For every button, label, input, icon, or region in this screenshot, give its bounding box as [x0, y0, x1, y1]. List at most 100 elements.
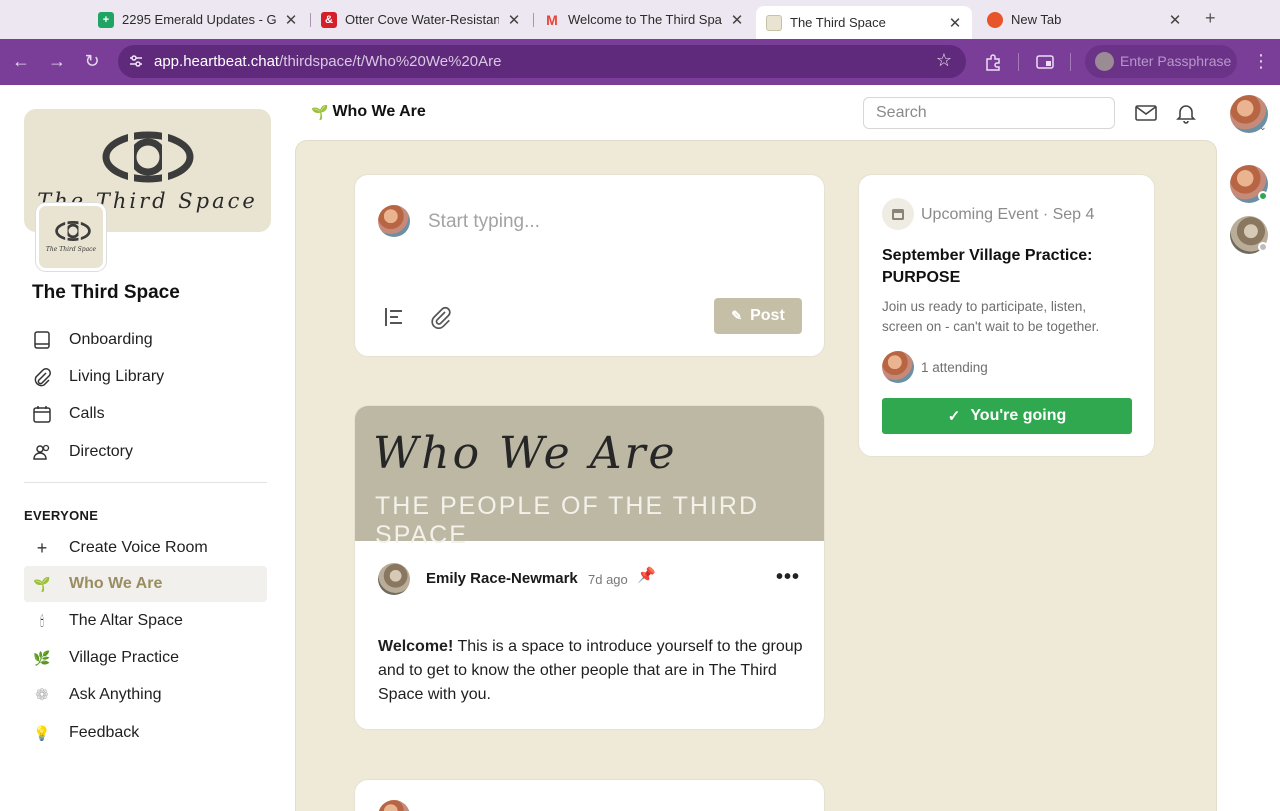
browser-tab-5[interactable]: New Tab ✕	[977, 6, 1192, 33]
mail-icon[interactable]	[1134, 101, 1158, 125]
tab-title: The Third Space	[790, 15, 886, 30]
address-bar[interactable]: app.heartbeat.chat/thirdspace/t/Who%20We…	[118, 45, 966, 78]
lightbulb-icon: 💡	[33, 724, 51, 741]
space-logo-icon	[102, 131, 194, 183]
chrome-icon	[987, 11, 1003, 28]
more-options-icon[interactable]: •••	[776, 566, 800, 589]
sidebar-item-feedback[interactable]: 💡 Feedback	[24, 715, 267, 751]
sidebar-item-ask-anything[interactable]: ❁ Ask Anything	[24, 677, 267, 713]
avatar	[378, 800, 410, 811]
browser-tab-3[interactable]: M Welcome to The Third Space ✕	[534, 6, 754, 33]
browser-tab-1[interactable]: + 2295 Emerald Updates - Go ✕	[88, 6, 308, 33]
search-input[interactable]	[876, 104, 1106, 122]
event-kind-date: Upcoming Event · Sep 4	[921, 206, 1095, 223]
tab-title: New Tab	[1011, 12, 1062, 27]
side-panel-icon[interactable]	[1035, 52, 1055, 72]
browser-tab-bar: + 2295 Emerald Updates - Go ✕ & Otter Co…	[0, 0, 1280, 39]
browser-menu-icon[interactable]: ⋮	[1252, 51, 1270, 72]
new-tab-plus-icon[interactable]: +	[1205, 8, 1216, 29]
checkmark-icon: ✓	[947, 408, 961, 425]
gmail-icon: M	[546, 11, 558, 28]
author-avatar[interactable]	[378, 563, 410, 595]
away-member-avatar[interactable]	[1230, 216, 1268, 254]
hero-title: Who We Are	[373, 428, 678, 479]
toolbar-divider	[1018, 53, 1019, 71]
sidebar-item-directory[interactable]: Directory	[24, 434, 267, 470]
bell-icon[interactable]	[1174, 101, 1198, 125]
sidebar-item-label: Calls	[69, 405, 105, 422]
sidebar-item-altar-space[interactable]: 🕯 The Altar Space	[24, 603, 267, 639]
browser-toolbar: ← → ↻ app.heartbeat.chat/thirdspace/t/Wh…	[0, 39, 1280, 85]
pencil-icon: ✎	[731, 308, 743, 323]
channel-feed: Start typing... ✎ Post Who We Are THE PE…	[295, 140, 1217, 811]
reload-icon[interactable]: ↻	[81, 51, 103, 72]
composer-input[interactable]: Start typing...	[428, 211, 540, 233]
post-body: Welcome! This is a space to introduce yo…	[378, 635, 808, 707]
book-icon	[34, 331, 50, 349]
post-button[interactable]: ✎ Post	[714, 298, 802, 334]
chevron-down-icon[interactable]: ⌄	[1259, 122, 1267, 133]
calendar-icon	[33, 406, 51, 423]
passphrase-label: Enter Passphrase	[1120, 53, 1232, 69]
sidebar-item-label: Onboarding	[69, 331, 153, 348]
space-thumbnail[interactable]: The Third Space	[36, 203, 106, 271]
sheets-icon: +	[98, 11, 114, 28]
text-format-icon[interactable]	[382, 305, 406, 329]
space-name: The Third Space	[32, 282, 180, 303]
event-title[interactable]: September Village Practice: PURPOSE	[882, 245, 1132, 289]
sidebar-item-label: Feedback	[69, 724, 140, 741]
sidebar-item-onboarding[interactable]: Onboarding	[24, 322, 267, 358]
site-settings-icon[interactable]	[128, 53, 144, 69]
browser-tab-4-active[interactable]: The Third Space ✕	[756, 6, 972, 39]
section-label-everyone: EVERYONE	[24, 508, 99, 523]
sidebar-item-create-voice-room[interactable]: + Create Voice Room	[24, 530, 267, 566]
away-status-dot	[1258, 242, 1268, 252]
browser-tab-2[interactable]: & Otter Cove Water-Resistant ✕	[311, 6, 531, 33]
search-box[interactable]	[863, 97, 1115, 129]
sidebar-item-who-we-are[interactable]: 🌱 Who We Are	[24, 566, 267, 602]
close-icon[interactable]: ✕	[1168, 11, 1182, 29]
back-arrow-icon[interactable]: ←	[10, 51, 32, 72]
url-path: /thirdspace/t/Who%20We%20Are	[279, 53, 502, 70]
thirdspace-icon	[766, 14, 782, 31]
event-calendar-icon	[882, 198, 914, 230]
sidebar-item-living-library[interactable]: Living Library	[24, 359, 267, 395]
post-button-label: Post	[750, 307, 785, 324]
app-page: The Third Space The Third Space The Thir…	[0, 85, 1280, 811]
tab-title: Otter Cove Water-Resistant	[345, 12, 499, 27]
sidebar-item-label: Ask Anything	[69, 686, 162, 703]
online-member-avatar[interactable]	[1230, 165, 1268, 203]
sidebar-divider	[24, 482, 267, 483]
profile-passphrase-button[interactable]: Enter Passphrase	[1085, 45, 1237, 78]
attendee-avatar[interactable]	[882, 351, 914, 383]
sprout-icon: 🌱	[311, 103, 329, 120]
sidebar-item-village-practice[interactable]: 🌿 Village Practice	[24, 640, 267, 676]
url-text[interactable]: app.heartbeat.chat/thirdspace/t/Who%20We…	[154, 53, 501, 70]
herb-icon: 🌿	[33, 649, 51, 666]
close-icon[interactable]: ✕	[507, 11, 521, 29]
youre-going-button[interactable]: ✓ You're going	[882, 398, 1132, 434]
channel-title-text: Who We Are	[332, 103, 426, 120]
author-name[interactable]: Emily Race-Newmark	[426, 570, 578, 587]
space-logo-icon	[55, 220, 91, 242]
close-icon[interactable]: ✕	[284, 11, 298, 29]
pin-icon: 📌	[637, 567, 656, 584]
toolbar-divider	[1070, 53, 1071, 71]
post-hero-image: Who We Are THE PEOPLE OF THE THIRD SPACE	[355, 406, 824, 549]
going-label: You're going	[970, 407, 1067, 424]
attending-count[interactable]: 1 attending	[921, 360, 988, 375]
online-status-dot	[1258, 191, 1268, 201]
attachment-paperclip-icon[interactable]	[429, 305, 453, 329]
sidebar-item-label: Village Practice	[69, 649, 179, 666]
extensions-puzzle-icon[interactable]	[983, 52, 1003, 72]
plus-icon: +	[36, 537, 48, 558]
forward-arrow-icon[interactable]: →	[46, 51, 68, 72]
ampersand-icon: &	[321, 11, 337, 28]
close-icon[interactable]: ✕	[948, 14, 962, 32]
sidebar-item-calls[interactable]: Calls	[24, 396, 267, 432]
bookmark-star-icon[interactable]: ☆	[936, 50, 952, 71]
sidebar-item-label: The Altar Space	[69, 612, 183, 629]
close-icon[interactable]: ✕	[730, 11, 744, 29]
sidebar-item-label: Living Library	[69, 368, 165, 385]
post-timestamp: 7d ago	[588, 572, 628, 587]
